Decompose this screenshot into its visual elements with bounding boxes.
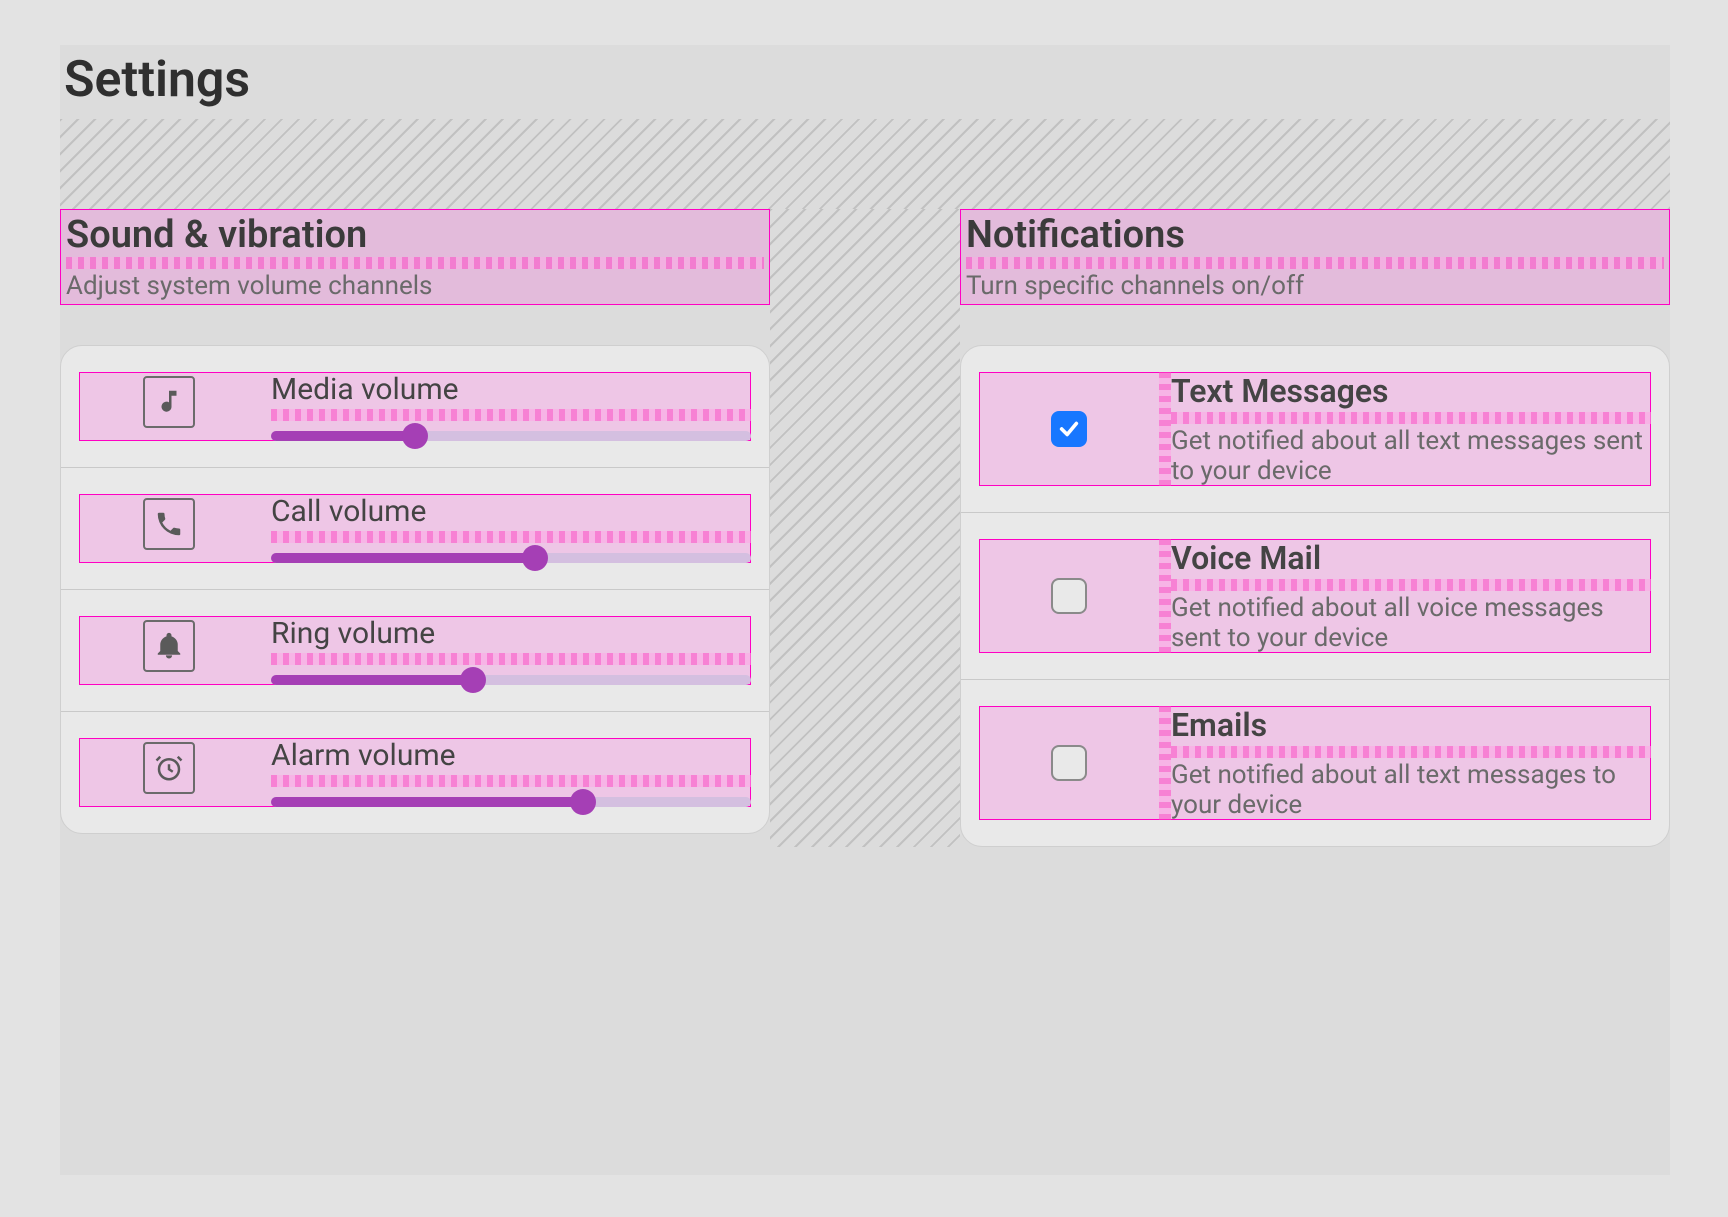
notification-row-emails: Emails Get notified about all text messa… <box>979 706 1651 820</box>
notification-subtitle: Get notified about all text messages to … <box>1171 760 1651 820</box>
sound-section-subtitle: Adjust system volume channels <box>66 271 764 301</box>
divider-squiggle <box>1159 539 1171 653</box>
bell-icon <box>143 620 195 672</box>
volume-label: Call volume <box>271 494 751 531</box>
sound-section: Sound & vibration Adjust system volume c… <box>60 209 770 834</box>
notification-title: Emails <box>1171 706 1651 746</box>
sound-section-header: Sound & vibration Adjust system volume c… <box>60 209 770 305</box>
volume-row-alarm: Alarm volume <box>79 738 751 807</box>
divider-squiggle <box>1159 706 1171 820</box>
volume-row-call: Call volume <box>79 494 751 563</box>
notifications-section-subtitle: Turn specific channels on/off <box>966 271 1664 301</box>
divider-squiggle <box>271 409 751 421</box>
sound-card: Media volume <box>60 345 770 834</box>
phone-icon <box>143 498 195 550</box>
notifications-card: Text Messages Get notified about all tex… <box>960 345 1670 847</box>
divider-squiggle <box>1159 372 1171 486</box>
music-note-icon <box>143 376 195 428</box>
volume-label: Media volume <box>271 372 751 409</box>
notification-title: Text Messages <box>1171 372 1651 412</box>
notifications-section-header: Notifications Turn specific channels on/… <box>960 209 1670 305</box>
text-messages-checkbox[interactable] <box>1051 411 1087 447</box>
call-volume-slider[interactable] <box>271 553 751 563</box>
volume-label: Alarm volume <box>271 738 751 775</box>
divider-squiggle <box>271 653 751 665</box>
sound-section-title: Sound & vibration <box>66 213 764 257</box>
notification-row-voice-mail: Voice Mail Get notified about all voice … <box>979 539 1651 653</box>
notifications-section-title: Notifications <box>966 213 1664 257</box>
settings-panel: Settings Sound & vibration Adjust system… <box>60 45 1670 1175</box>
notification-row-text-messages: Text Messages Get notified about all tex… <box>979 372 1651 486</box>
divider-squiggle <box>1171 746 1651 758</box>
page-title: Settings <box>60 45 1670 111</box>
divider-squiggle <box>66 257 764 269</box>
notification-title: Voice Mail <box>1171 539 1651 579</box>
ring-volume-slider[interactable] <box>271 675 751 685</box>
divider-squiggle <box>271 775 751 787</box>
volume-row-media: Media volume <box>79 372 751 441</box>
notification-subtitle: Get notified about all voice messages se… <box>1171 593 1651 653</box>
notification-subtitle: Get notified about all text messages sen… <box>1171 426 1651 486</box>
notifications-section: Notifications Turn specific channels on/… <box>960 209 1670 847</box>
media-volume-slider[interactable] <box>271 431 751 441</box>
layout-hatch-top <box>60 119 1670 209</box>
alarm-icon <box>143 742 195 794</box>
emails-checkbox[interactable] <box>1051 745 1087 781</box>
alarm-volume-slider[interactable] <box>271 797 751 807</box>
voice-mail-checkbox[interactable] <box>1051 578 1087 614</box>
divider-squiggle <box>1171 579 1651 591</box>
divider-squiggle <box>271 531 751 543</box>
volume-label: Ring volume <box>271 616 751 653</box>
layout-hatch-center <box>770 209 960 847</box>
divider-squiggle <box>966 257 1664 269</box>
volume-row-ring: Ring volume <box>79 616 751 685</box>
divider-squiggle <box>1171 412 1651 424</box>
